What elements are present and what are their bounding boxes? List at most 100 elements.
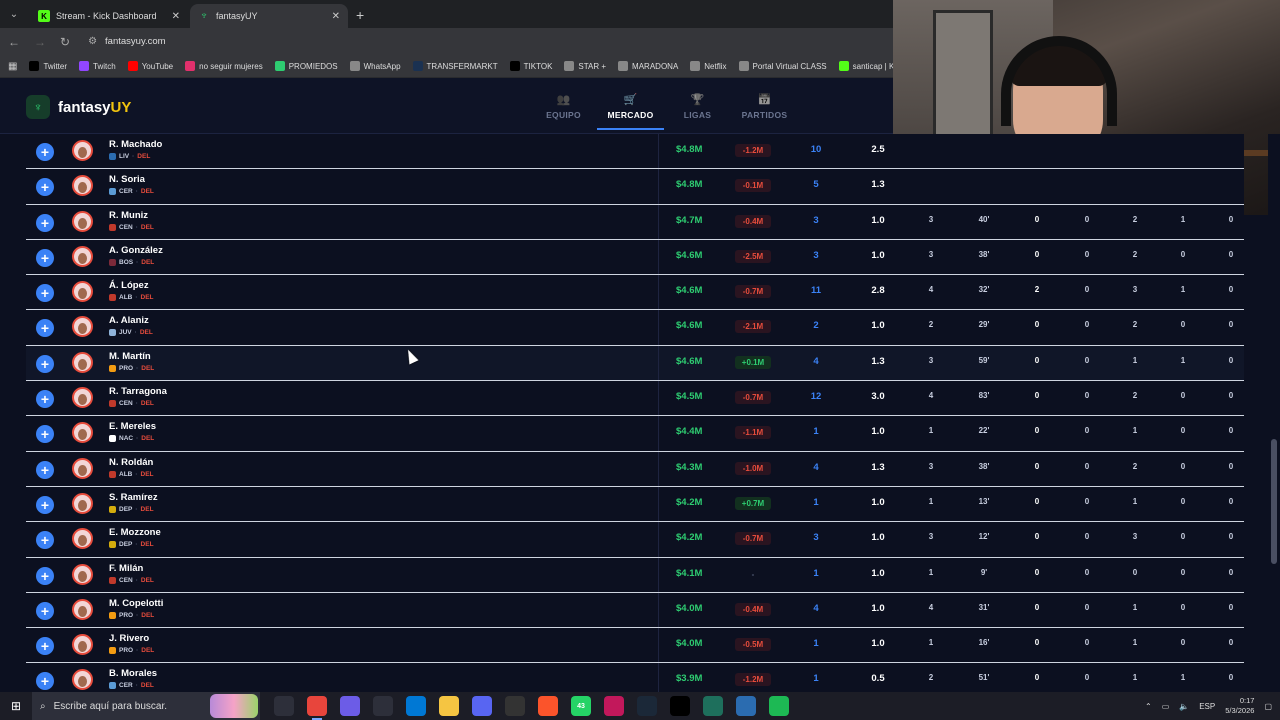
player-name[interactable]: F. Milán <box>109 563 143 574</box>
player-name[interactable]: E. Mereles <box>109 421 156 432</box>
close-tab-icon[interactable]: ✕ <box>172 11 180 22</box>
player-name[interactable]: R. Tarragona <box>109 386 167 397</box>
site-info-icon[interactable]: ⚙ <box>88 36 97 47</box>
task-view-icon[interactable] <box>274 696 294 716</box>
player-name[interactable]: R. Machado <box>109 139 162 150</box>
add-player-button[interactable]: + <box>36 390 54 409</box>
bookmark-item[interactable]: TIKTOK <box>509 61 552 71</box>
forward-arrow-icon[interactable]: → <box>34 35 46 49</box>
reload-icon[interactable]: ↻ <box>60 35 70 49</box>
player-name[interactable]: N. Soria <box>109 174 145 185</box>
bookmark-item[interactable]: Portal Virtual CLASS <box>738 61 827 71</box>
add-player-button[interactable]: + <box>36 495 54 514</box>
nav-tab-mercado[interactable]: 🛒 MERCADO <box>597 78 664 134</box>
bookmark-item[interactable]: TRANSFERMARKT <box>412 61 498 71</box>
whatsapp-icon[interactable]: 43 <box>571 696 591 716</box>
add-player-button[interactable]: + <box>36 531 54 550</box>
volume-icon[interactable]: 🔈 <box>1179 702 1189 711</box>
url-field[interactable]: ⚙ fantasyuy.com <box>88 36 166 47</box>
add-player-button[interactable]: + <box>36 566 54 585</box>
player-name[interactable]: R. Muniz <box>109 210 148 221</box>
windows-start-icon[interactable]: ⊞ <box>0 692 32 720</box>
bookmark-item[interactable]: MARADONA <box>618 61 678 71</box>
player-name[interactable]: N. Roldán <box>109 457 153 468</box>
add-player-button[interactable]: + <box>36 601 54 620</box>
tab-search-chevron-icon[interactable]: ⌄ <box>0 0 28 28</box>
app-logo[interactable]: ♆ fantasyUY <box>26 95 131 119</box>
language-indicator[interactable]: ESP <box>1199 702 1215 711</box>
close-tab-icon[interactable]: ✕ <box>332 11 340 22</box>
bookmark-item[interactable]: Netflix <box>690 61 727 71</box>
spotify-icon[interactable] <box>769 696 789 716</box>
nav-tab-equipo[interactable]: 👥 EQUIPO <box>530 78 597 134</box>
capcut-icon[interactable] <box>670 696 690 716</box>
player-name[interactable]: A. Alaniz <box>109 315 149 326</box>
bookmark-item[interactable]: WhatsApp <box>349 61 401 71</box>
app-icon[interactable] <box>604 696 624 716</box>
player-name[interactable]: Á. López <box>109 280 149 291</box>
bookmark-item[interactable]: Twitch <box>79 61 116 71</box>
table-row[interactable]: + J. Rivero PRO · DEL $4.0M -0.5M 1 1.0 1 16' 0 0 1 0 0 <box>26 628 1244 664</box>
table-row[interactable]: + A. González BOS · DEL $4.6M -2.5M 3 1.0 3 38' 0 0 2… <box>26 239 1244 276</box>
browser-tab-kick[interactable]: K Stream - Kick Dashboard ✕ <box>30 4 188 28</box>
bookmark-item[interactable]: YouTube <box>127 61 173 71</box>
network-icon[interactable]: ▭ <box>1162 702 1170 711</box>
copilot-icon[interactable] <box>340 696 360 716</box>
back-arrow-icon[interactable]: ← <box>8 35 20 49</box>
apps-grid-icon[interactable]: ▦ <box>8 61 17 72</box>
player-name[interactable]: B. Morales <box>109 668 157 679</box>
terminal-icon[interactable] <box>703 696 723 716</box>
add-player-button[interactable]: + <box>36 284 54 303</box>
add-player-button[interactable]: + <box>36 248 54 267</box>
table-row[interactable]: + Á. López ALB · DEL $4.6M -0.7M 11 2.8 4 32' 2 0 3 1 0 <box>26 275 1244 311</box>
notification-icon[interactable]: ▢ <box>1264 702 1272 711</box>
taskbar-search[interactable]: ⌕ Escribe aquí para buscar. <box>32 692 260 720</box>
calculator-icon[interactable] <box>373 696 393 716</box>
add-player-button[interactable]: + <box>36 354 54 373</box>
bookmark-item[interactable]: PROMIEDOS <box>274 61 338 71</box>
add-player-button[interactable]: + <box>36 319 54 338</box>
mail-icon[interactable] <box>406 696 426 716</box>
table-row[interactable]: + R. Machado LIV · DEL $4.8M -1.2M 10 2.5 <box>26 134 1244 170</box>
table-row[interactable]: + N. Roldán ALB · DEL $4.3M -1.0M 4 1.3 3 38' 0 0 2 0 0 <box>26 451 1244 487</box>
add-player-button[interactable]: + <box>36 637 54 656</box>
bookmark-item[interactable]: Twitter <box>29 61 67 71</box>
bookmark-item[interactable]: no seguir mujeres <box>185 61 263 71</box>
table-row[interactable]: + R. Muniz CEN · DEL $4.7M -0.4M 3 1.0 3 40' 0 0 2 1 0 <box>26 204 1244 240</box>
player-name[interactable]: A. González <box>109 245 163 256</box>
folder-icon[interactable] <box>439 696 459 716</box>
player-name[interactable]: M. Copelotti <box>109 598 163 609</box>
table-row[interactable]: + F. Milán CEN · DEL $4.1M - 1 1.0 1 9' 0 0 0 0 0 <box>26 557 1244 593</box>
add-player-button[interactable]: + <box>36 672 54 691</box>
add-player-button[interactable]: + <box>36 213 54 232</box>
nav-tab-ligas[interactable]: 🏆 LIGAS <box>664 78 731 134</box>
nav-tab-partidos[interactable]: 📅 PARTIDOS <box>731 78 798 134</box>
player-name[interactable]: E. Mozzone <box>109 527 161 538</box>
add-player-button[interactable]: + <box>36 143 54 161</box>
page-scrollbar[interactable] <box>1268 134 1280 692</box>
table-row[interactable]: + E. Mozzone DEP · DEL $4.2M -0.7M 3 1.0 3 12' 0 0 3 0… <box>26 522 1244 558</box>
brave-icon[interactable] <box>538 696 558 716</box>
table-row[interactable]: + E. Mereles NAC · DEL $4.4M -1.1M 1 1.0 1 22' 0 0 1 0… <box>26 416 1244 452</box>
obs-icon[interactable] <box>505 696 525 716</box>
table-row[interactable]: + S. Ramírez DEP · DEL $4.2M +0.7M 1 1.0 1 13' 0 0 1 0… <box>26 486 1244 523</box>
table-row[interactable]: + R. Tarragona CEN · DEL $4.5M -0.7M 12 3.0 4 83' 0… <box>26 381 1244 417</box>
player-name[interactable]: J. Rivero <box>109 633 149 644</box>
vpn-icon[interactable] <box>736 696 756 716</box>
table-row[interactable]: + M. Copelotti PRO · DEL $4.0M -0.4M 4 1.0 4 31' 0 0… <box>26 592 1244 629</box>
scrollbar-thumb[interactable] <box>1271 439 1277 564</box>
table-row[interactable]: + M. Martín PRO · DEL $4.6M +0.1M 4 1.3 3 59' 0 0 1 1 0 <box>26 345 1244 382</box>
clock[interactable]: 0:17 5/3/2026 <box>1225 696 1254 716</box>
chevron-up-icon[interactable]: ⌃ <box>1145 702 1152 711</box>
bookmark-item[interactable]: STAR + <box>564 61 606 71</box>
player-name[interactable]: M. Martín <box>109 351 151 362</box>
chrome-icon[interactable] <box>307 696 327 720</box>
add-player-button[interactable]: + <box>36 178 54 197</box>
table-row[interactable]: + A. Alaniz JUV · DEL $4.6M -2.1M 2 1.0 2 29' 0 0 2 0 0 <box>26 310 1244 346</box>
add-player-button[interactable]: + <box>36 425 54 444</box>
browser-tab-fantasyuy[interactable]: ♆ fantasyUY ✕ <box>190 4 348 28</box>
new-tab-plus-icon[interactable]: + <box>356 7 364 23</box>
steam-icon[interactable] <box>637 696 657 716</box>
player-name[interactable]: S. Ramírez <box>109 492 158 503</box>
table-row[interactable]: + N. Soria CER · DEL $4.8M -0.1M 5 1.3 <box>26 169 1244 205</box>
